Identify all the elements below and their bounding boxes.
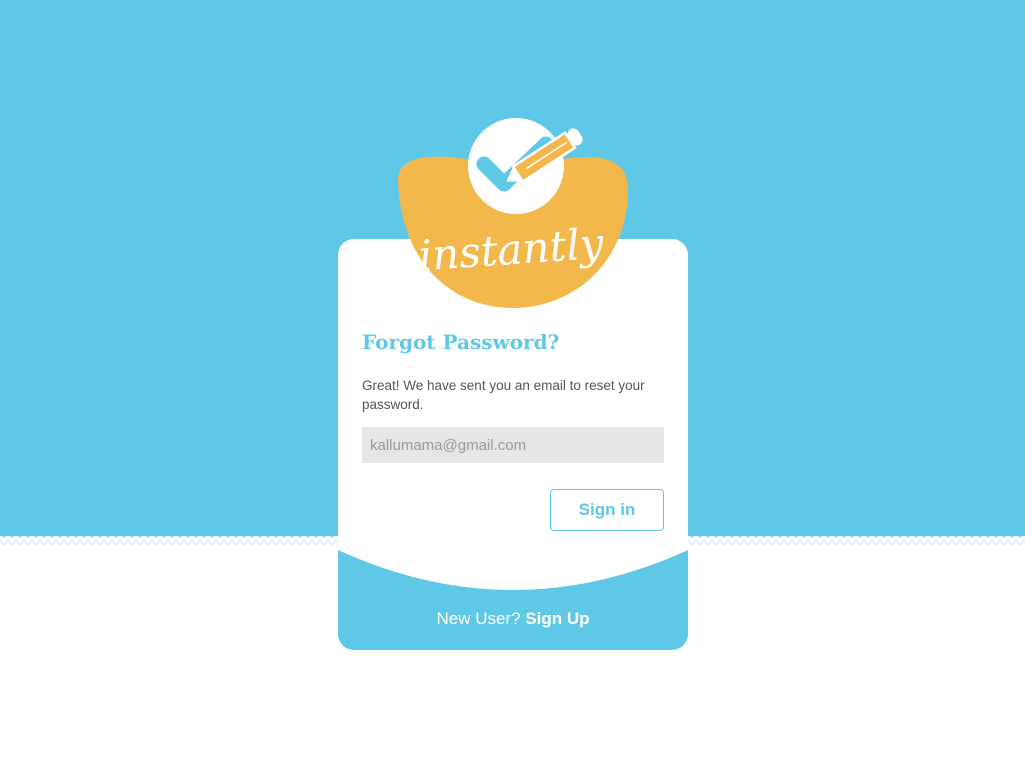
new-user-label: New User? bbox=[436, 609, 521, 628]
card-footer-wave bbox=[338, 550, 688, 650]
sign-up-link[interactable]: Sign Up bbox=[525, 609, 589, 628]
sign-in-button[interactable]: Sign in bbox=[550, 489, 664, 531]
page-title: Forgot Password? bbox=[362, 330, 560, 354]
page: instantly Forgot Password? Great! We hav… bbox=[0, 0, 1025, 769]
email-field[interactable] bbox=[362, 427, 664, 463]
signup-prompt: New User? Sign Up bbox=[338, 609, 688, 629]
confirmation-message: Great! We have sent you an email to rese… bbox=[362, 378, 645, 412]
instantly-logo: instantly bbox=[397, 118, 629, 308]
